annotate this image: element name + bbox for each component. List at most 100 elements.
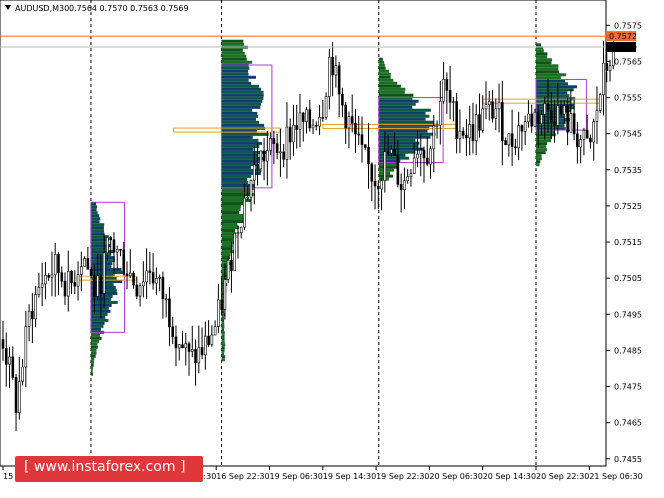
candle-body — [207, 335, 210, 345]
candle-body — [128, 272, 132, 277]
profile-bar — [90, 351, 97, 355]
profile-bar — [221, 135, 253, 139]
chart-header: AUDUSD,M30 0.7564 0.7570 0.7563 0.7569 — [5, 4, 189, 13]
y-tick-label: 0.7575 — [614, 21, 642, 30]
candle-body — [321, 117, 325, 119]
candle-body — [151, 272, 155, 284]
candle-body — [200, 347, 204, 356]
profile-bar — [221, 201, 244, 205]
candle-body — [514, 146, 517, 149]
y-tick-label: 0.7475 — [614, 383, 642, 392]
candle-body — [295, 124, 299, 130]
candle-body — [187, 343, 191, 352]
candle-body — [354, 123, 357, 135]
candle-body — [553, 121, 556, 126]
profile-bar — [536, 151, 546, 155]
profile-bar — [90, 324, 104, 328]
profile-bar — [221, 346, 225, 350]
candle-body — [63, 280, 67, 297]
watermark-text: [ www.instaforex.com ] — [24, 459, 186, 475]
profile-bar — [378, 132, 436, 136]
profile-bar — [536, 52, 548, 56]
profile-bar — [90, 345, 98, 349]
profile-bar — [90, 312, 108, 316]
candle-body — [527, 113, 530, 122]
profile-bar — [378, 120, 435, 124]
profile-bar — [378, 114, 430, 118]
candle-body — [481, 108, 485, 131]
candle-body — [602, 62, 605, 96]
candle-body — [337, 65, 341, 95]
profile-bar — [90, 217, 101, 221]
profile-bar — [221, 204, 241, 208]
profile-bar — [536, 157, 542, 161]
candle-body — [468, 124, 471, 139]
candle-body — [197, 347, 201, 364]
profile-bar — [378, 81, 398, 85]
profile-bar — [221, 54, 247, 58]
candle-body — [93, 275, 96, 297]
x-tick-label: 19 Sep 14:30 — [323, 472, 376, 481]
price-chart[interactable]: 0.7572 0.7569 0.7575 0.7565 0.7555 0.7545 0.7… — [0, 0, 664, 498]
profile-bar — [221, 102, 262, 106]
candle-body — [47, 274, 50, 278]
profile-bar — [378, 105, 413, 109]
candle-body — [249, 179, 253, 198]
candle-body — [272, 138, 276, 144]
profile-bar — [221, 229, 236, 233]
candle-body — [86, 258, 90, 270]
candle-body — [386, 151, 390, 154]
candle-body — [285, 126, 289, 160]
candle-body — [223, 279, 227, 310]
candle-body — [572, 113, 576, 135]
profile-bar — [536, 67, 559, 71]
x-tick-label: 19 Sep 22:30 — [376, 472, 429, 481]
y-tick-label: 0.7545 — [614, 130, 642, 139]
profile-bar — [221, 247, 233, 251]
profile-bar — [536, 55, 548, 59]
profile-bar — [536, 82, 569, 86]
candle-body — [432, 125, 436, 150]
profile-bar — [221, 117, 256, 121]
candle-body — [266, 150, 269, 162]
candle-body — [233, 232, 237, 271]
profile-bar — [221, 51, 245, 55]
candle-body — [122, 249, 126, 275]
watermark: [ www.instaforex.com ] — [15, 456, 203, 482]
profile-bar — [221, 319, 225, 323]
candle-body — [83, 258, 86, 267]
profile-bar — [90, 333, 100, 337]
profile-bar — [221, 123, 265, 127]
profile-bar — [536, 142, 548, 146]
candle-body — [455, 101, 458, 140]
candle-body — [409, 173, 413, 177]
candle-body — [292, 124, 295, 143]
candle-body — [194, 349, 197, 364]
candle-body — [425, 157, 429, 165]
profile-bar — [536, 88, 574, 92]
candle-body — [563, 105, 566, 115]
candle-body — [21, 366, 24, 382]
candle-body — [171, 326, 175, 338]
candle-body — [494, 108, 498, 119]
y-tick-label: 0.7525 — [614, 202, 642, 211]
profile-bar — [378, 102, 416, 106]
candle-body — [458, 130, 462, 140]
candle-body — [556, 105, 560, 126]
candle-body — [181, 344, 184, 349]
candle-body — [491, 101, 494, 119]
profile-bar — [90, 315, 106, 319]
profile-bar — [90, 214, 100, 218]
profile-bar — [221, 111, 258, 115]
candle-body — [243, 197, 246, 228]
candle-body — [448, 90, 452, 103]
candle-body — [217, 299, 220, 327]
candle-body — [390, 149, 393, 154]
x-tick-label: 20 Sep 22:30 — [536, 472, 589, 481]
profile-bar — [221, 60, 253, 64]
candle-body — [112, 239, 116, 253]
x-tick-label: 16 Sep 22:30 — [216, 472, 269, 481]
candle-body — [523, 121, 527, 132]
candle-body — [148, 270, 152, 273]
profile-bar — [536, 163, 540, 167]
